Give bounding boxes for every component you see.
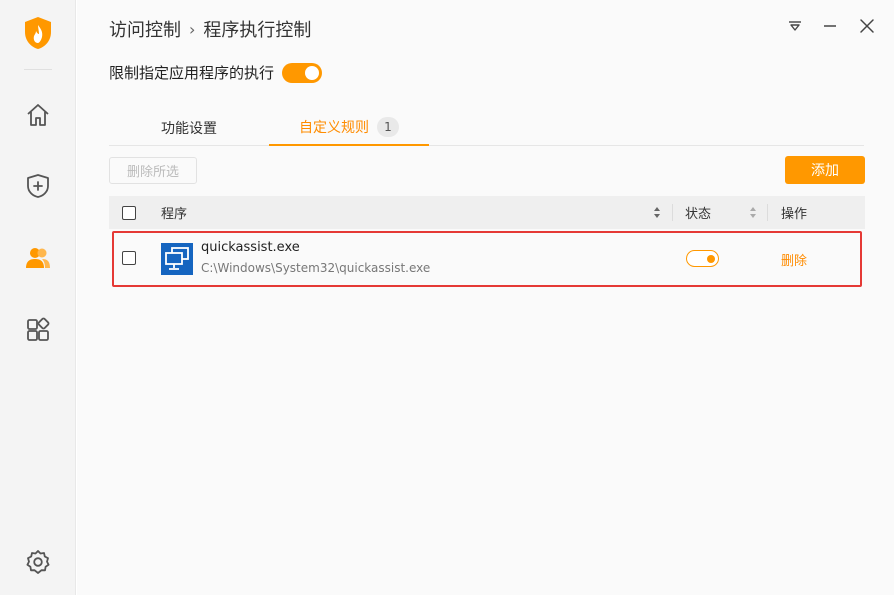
sidebar — [0, 0, 76, 595]
gear-icon — [26, 550, 50, 574]
column-header-program[interactable]: 程序 — [161, 196, 187, 229]
menu-icon — [789, 21, 801, 31]
rule-count-badge: 1 — [377, 117, 399, 137]
row-highlight-box — [112, 231, 862, 287]
tab-label: 功能设置 — [161, 121, 217, 137]
breadcrumb-parent[interactable]: 访问控制 — [109, 16, 181, 42]
breadcrumb: 访问控制 › 程序执行控制 — [109, 16, 311, 42]
sidebar-item-apps[interactable] — [18, 310, 58, 350]
home-icon — [27, 104, 49, 126]
column-header-status[interactable]: 状态 — [685, 196, 711, 229]
sort-icon[interactable] — [749, 206, 757, 219]
column-header-action: 操作 — [781, 207, 808, 222]
apps-grid-icon — [27, 317, 50, 341]
users-icon — [26, 248, 50, 268]
sidebar-item-home[interactable] — [18, 95, 58, 135]
select-all-cell — [122, 196, 136, 229]
logo-divider — [24, 69, 52, 70]
minimize-icon — [824, 25, 836, 27]
sidebar-item-access-control[interactable] — [18, 238, 58, 278]
tab-feature-settings[interactable]: 功能设置 — [109, 110, 269, 146]
menu-button[interactable] — [783, 14, 807, 38]
delete-selected-button[interactable]: 删除所选 — [109, 157, 197, 184]
table-header: 程序 状态 操作 — [109, 196, 865, 229]
minimize-button[interactable] — [818, 14, 842, 38]
tab-bar: 功能设置 自定义规则 1 — [109, 110, 864, 146]
select-all-checkbox[interactable] — [122, 205, 136, 220]
main-panel: 访问控制 › 程序执行控制 限制指定应用程序的执行 功能设置 自定义规则 1 删… — [77, 0, 894, 595]
tab-label: 自定义规则 — [299, 120, 369, 136]
settings-button[interactable] — [18, 542, 58, 582]
restrict-execution-label: 限制指定应用程序的执行 — [109, 64, 275, 82]
restrict-execution-row: 限制指定应用程序的执行 — [109, 62, 323, 83]
column-divider — [767, 204, 768, 221]
shield-plus-icon — [27, 174, 49, 198]
tab-custom-rules[interactable]: 自定义规则 1 — [269, 110, 429, 146]
breadcrumb-separator: › — [189, 19, 196, 39]
sort-icon[interactable] — [653, 206, 661, 219]
shield-flame-logo — [24, 16, 52, 50]
add-button[interactable]: 添加 — [785, 156, 865, 184]
sidebar-item-protection[interactable] — [18, 166, 58, 206]
restrict-execution-toggle[interactable] — [282, 62, 323, 83]
column-divider — [672, 204, 673, 221]
page-title: 程序执行控制 — [203, 20, 312, 41]
close-button[interactable] — [855, 14, 879, 38]
close-icon — [860, 19, 874, 33]
